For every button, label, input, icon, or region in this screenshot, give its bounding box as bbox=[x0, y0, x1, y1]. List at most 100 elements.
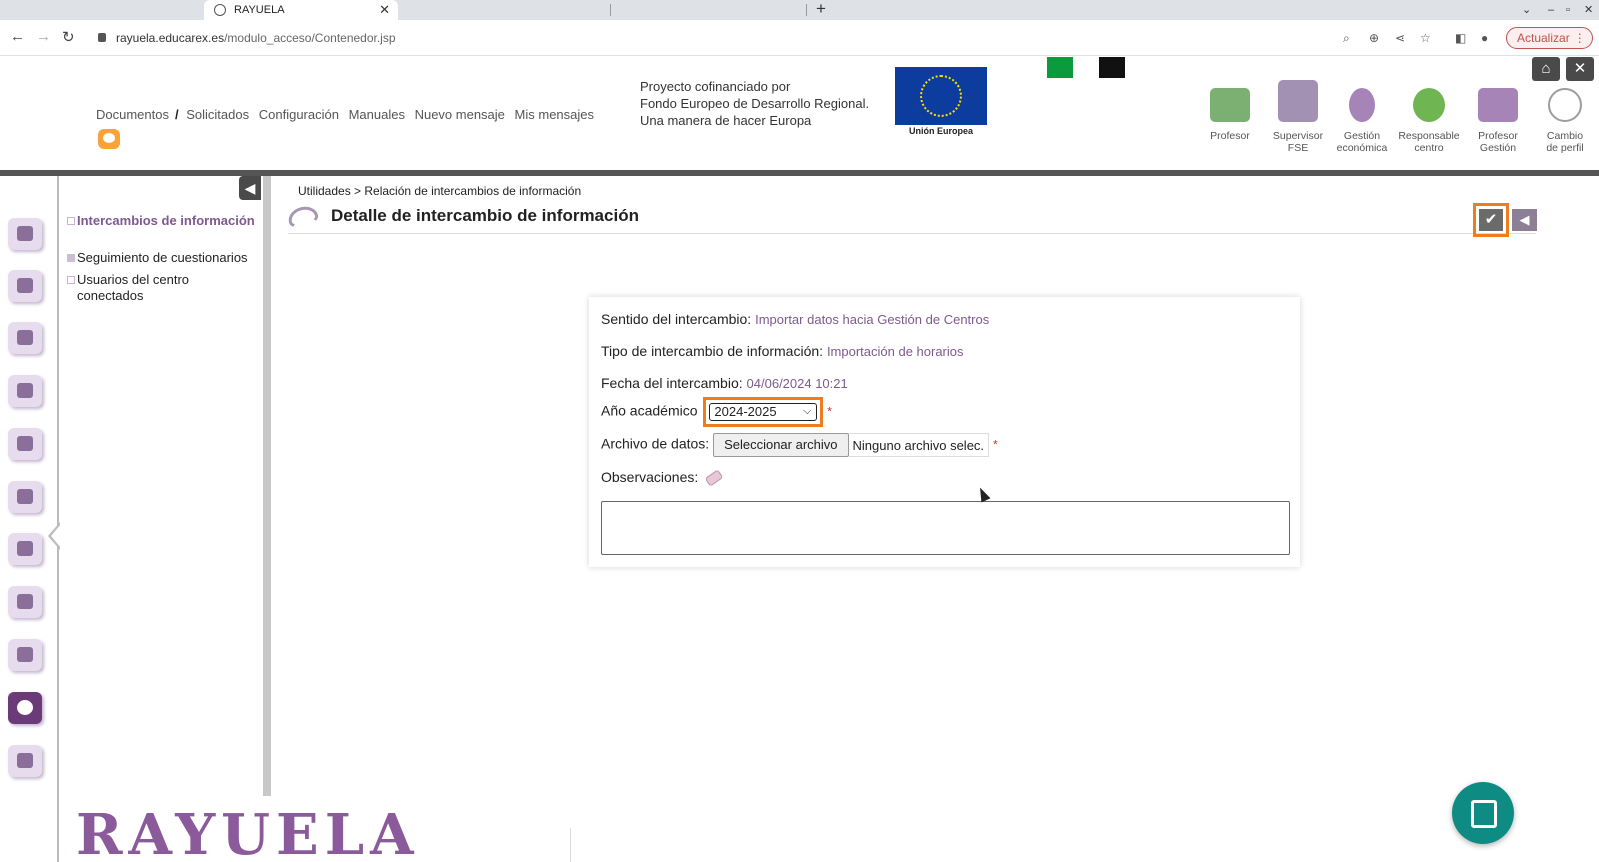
settings-gear-icon[interactable] bbox=[8, 692, 42, 724]
flag-white bbox=[1073, 57, 1099, 78]
profile-icon[interactable]: ● bbox=[1481, 31, 1488, 45]
menu-dots-icon: ⋮ bbox=[1573, 31, 1586, 45]
profile-label: Gestión bbox=[1479, 142, 1517, 154]
forward-icon[interactable]: → bbox=[36, 28, 51, 45]
close-tab-icon[interactable]: ✕ bbox=[379, 0, 390, 20]
rail-active-pointer-inner bbox=[51, 524, 61, 548]
accept-button[interactable]: ✔ bbox=[1473, 203, 1509, 237]
url-field[interactable]: rayuela.educarex.es/modulo_acceso/Conten… bbox=[90, 25, 1365, 51]
update-label: Actualizar bbox=[1517, 31, 1570, 45]
checkmark-icon: ✔ bbox=[1479, 209, 1503, 231]
anio-select[interactable]: 2024-2025 ⌵ bbox=[709, 403, 818, 421]
observaciones-row: Observaciones: bbox=[601, 469, 724, 487]
close-session-icon[interactable]: ✕ bbox=[1566, 57, 1594, 81]
calculator-icon[interactable] bbox=[8, 428, 42, 460]
flag-black bbox=[1099, 57, 1125, 78]
nav-solicitados[interactable]: Solicitados bbox=[186, 107, 249, 122]
minimize-icon[interactable]: – bbox=[1548, 0, 1554, 20]
page-title: Detalle de intercambio de información bbox=[331, 206, 639, 225]
profile-label: Cambio bbox=[1546, 130, 1584, 142]
profile-profesor-gestion[interactable]: Profesor Gestión bbox=[1466, 88, 1530, 154]
nav-configuracion[interactable]: Configuración bbox=[259, 107, 339, 122]
mail-icon[interactable] bbox=[8, 639, 42, 671]
fecha-label: Fecha del intercambio: bbox=[601, 375, 743, 391]
tipo-label: Tipo de intercambio de información: bbox=[601, 343, 824, 359]
tab-separator bbox=[610, 4, 611, 16]
maximize-icon[interactable]: ▫ bbox=[1566, 0, 1570, 20]
cofin-line-3: Una manera de hacer Europa bbox=[640, 113, 812, 128]
tab-search-icon[interactable]: ⌄ bbox=[1522, 0, 1531, 20]
profile-label: FSE bbox=[1287, 142, 1309, 154]
student-icon[interactable] bbox=[8, 322, 42, 354]
select-file-button[interactable]: Seleccionar archivo bbox=[713, 433, 849, 457]
profile-label: Gestión bbox=[1343, 130, 1381, 142]
menu-bullet bbox=[67, 276, 75, 284]
back-icon[interactable]: ← bbox=[10, 28, 25, 45]
profile-responsable-centro[interactable]: Responsable centro bbox=[1397, 88, 1461, 154]
sidemenu-item-cuestionarios[interactable]: Seguimiento de cuestionarios bbox=[67, 250, 257, 266]
sidemenu-item-intercambios[interactable]: Intercambios de información bbox=[67, 213, 257, 229]
profile-label: centro bbox=[1414, 142, 1444, 154]
nav-manuales[interactable]: Manuales bbox=[349, 107, 405, 122]
search-icon[interactable]: ⌕ bbox=[1343, 31, 1350, 46]
reload-icon[interactable]: ↻ bbox=[62, 28, 75, 46]
nav-documentos[interactable]: Documentos bbox=[96, 107, 169, 122]
divider bbox=[570, 828, 571, 862]
file-name: Ninguno archivo selec. bbox=[848, 433, 990, 457]
page-header: Detalle de intercambio de información bbox=[285, 203, 1536, 234]
tab-title: RAYUELA bbox=[234, 4, 285, 16]
anio-select-highlight: 2024-2025 ⌵ bbox=[703, 397, 824, 427]
profile-profesor[interactable]: Profesor bbox=[1198, 88, 1262, 142]
profile-gestion-economica[interactable]: Gestión económica bbox=[1330, 88, 1394, 154]
nav-nuevo-mensaje[interactable]: Nuevo mensaje bbox=[415, 107, 505, 122]
browser-tab[interactable]: RAYUELA ✕ bbox=[204, 0, 398, 20]
chevron-down-icon: ⌵ bbox=[803, 405, 812, 417]
calendar-icon[interactable] bbox=[8, 533, 42, 565]
close-window-icon[interactable]: ✕ bbox=[1584, 0, 1593, 20]
bookmark-star-icon[interactable]: ☆ bbox=[1420, 31, 1431, 45]
browser-tab-strip: RAYUELA ✕ + ⌄ – ▫ ✕ bbox=[0, 0, 1599, 20]
new-tab-icon[interactable]: + bbox=[816, 0, 826, 19]
id-card-icon[interactable] bbox=[8, 270, 42, 302]
profile-cambio-perfil[interactable]: Cambio de perfil bbox=[1533, 88, 1597, 154]
observaciones-textarea[interactable] bbox=[601, 501, 1290, 555]
zoom-icon[interactable]: ⊕ bbox=[1369, 31, 1379, 45]
breadcrumb: Utilidades > Relación de intercambios de… bbox=[298, 184, 582, 198]
sentido-label: Sentido del intercambio: bbox=[601, 311, 752, 327]
profile-label: Profesor bbox=[1210, 130, 1250, 142]
collapse-menu-icon[interactable]: ◀ bbox=[239, 176, 261, 200]
chat-icon[interactable] bbox=[98, 129, 120, 149]
gear-icon bbox=[1413, 88, 1445, 122]
side-panel-icon[interactable]: ◧ bbox=[1455, 31, 1466, 45]
anio-select-value: 2024-2025 bbox=[714, 404, 777, 419]
home-icon[interactable]: ⌂ bbox=[1532, 57, 1560, 81]
profile-label: Responsable bbox=[1398, 130, 1460, 142]
profesor-gestion-icon bbox=[1478, 88, 1518, 122]
supervisor-icon bbox=[1278, 80, 1318, 122]
edit-fab-button[interactable] bbox=[1452, 782, 1514, 844]
profile-supervisor-fse[interactable]: Supervisor FSE bbox=[1266, 80, 1330, 154]
module-rail bbox=[0, 176, 59, 862]
school-icon[interactable] bbox=[8, 218, 42, 250]
sidemenu-scrollbar[interactable] bbox=[263, 176, 271, 796]
eraser-icon[interactable] bbox=[704, 469, 724, 487]
monitor-icon[interactable] bbox=[8, 375, 42, 407]
documents-icon[interactable] bbox=[8, 586, 42, 618]
back-button[interactable]: ◀ bbox=[1512, 209, 1537, 231]
profile-label: de perfil bbox=[1546, 142, 1584, 154]
piggy-bank-icon bbox=[1349, 88, 1375, 122]
nav-mis-mensajes[interactable]: Mis mensajes bbox=[515, 107, 594, 122]
tipo-value: Importación de horarios bbox=[826, 344, 964, 359]
share-icon[interactable]: ⋖ bbox=[1395, 31, 1405, 45]
lock-icon bbox=[98, 33, 106, 42]
address-bar-row: ← → ↻ rayuela.educarex.es/modulo_acceso/… bbox=[0, 20, 1599, 56]
support-agent-icon[interactable] bbox=[8, 745, 42, 777]
update-button[interactable]: Actualizar ⋮ bbox=[1506, 27, 1593, 49]
eu-stars-icon bbox=[920, 75, 962, 117]
sidemenu-item-usuarios[interactable]: Usuarios del centro conectados bbox=[67, 272, 257, 303]
eu-label: Unión Europea bbox=[908, 126, 973, 136]
teacher-icon[interactable] bbox=[8, 481, 42, 513]
rayuela-logo: RAYUELA bbox=[76, 808, 420, 862]
speech-bubbles-icon bbox=[1548, 88, 1582, 122]
sidemenu-item-label: Intercambios de información bbox=[77, 213, 255, 228]
